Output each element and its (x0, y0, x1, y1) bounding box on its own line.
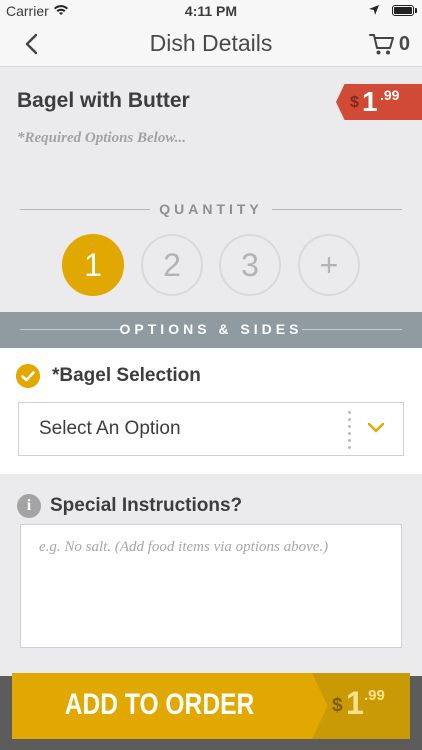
quantity-header: QUANTITY (20, 200, 402, 220)
special-instructions-placeholder: e.g. No salt. (Add food items via option… (39, 539, 329, 555)
add-to-order-price: $ 1 .99 (312, 673, 410, 739)
clock: 4:11 PM (184, 3, 238, 19)
quantity-option-1[interactable]: 1 (62, 234, 124, 296)
dotted-separator (348, 409, 351, 451)
page-title: Dish Details (149, 30, 273, 56)
price-whole: 1 (362, 86, 378, 117)
location-arrow-icon (369, 5, 379, 15)
add-to-order-label: ADD TO ORDER (64, 688, 255, 721)
divider (272, 209, 402, 210)
check-circle-icon (16, 364, 40, 388)
special-instructions-input[interactable]: e.g. No salt. (Add food items via option… (20, 524, 402, 648)
dropdown-value: Select An Option (39, 418, 181, 439)
divider (302, 329, 402, 330)
price-currency: $ (350, 94, 359, 111)
info-icon: i (17, 494, 41, 518)
battery-tip (415, 8, 417, 13)
status-bar: Carrier 4:11 PM (0, 0, 422, 22)
bagel-selection-title: *Bagel Selection (52, 365, 201, 386)
bagel-selection-dropdown[interactable]: Select An Option (18, 402, 404, 456)
price-tag: $ 1 .99 (336, 84, 422, 120)
price-cents: .99 (380, 87, 400, 103)
special-instructions-title: Special Instructions? (50, 495, 243, 516)
options-sides-header: OPTIONS & SIDES (0, 312, 422, 348)
required-options-note: *Required Options Below... (17, 130, 187, 146)
dish-name: Bagel with Butter (17, 89, 190, 112)
price-whole: 1 (346, 685, 364, 721)
quantity-option-3[interactable]: 3 (219, 234, 281, 296)
add-to-order-button[interactable]: ADD TO ORDER $ 1 .99 (12, 673, 410, 739)
quantity-option-2[interactable]: 2 (141, 234, 203, 296)
chevron-down-icon (367, 422, 385, 433)
cart-count: 0 (398, 32, 410, 55)
cart-button[interactable]: 0 (368, 30, 410, 58)
price-currency: $ (332, 695, 343, 716)
cart-icon (368, 34, 394, 55)
nav-bar: Dish Details 0 (0, 22, 422, 67)
battery-icon (392, 5, 414, 16)
price-cents: .99 (364, 687, 385, 704)
quantity-increase-button[interactable]: + (298, 234, 360, 296)
bagel-selection-section: *Bagel Selection Select An Option (0, 348, 422, 474)
